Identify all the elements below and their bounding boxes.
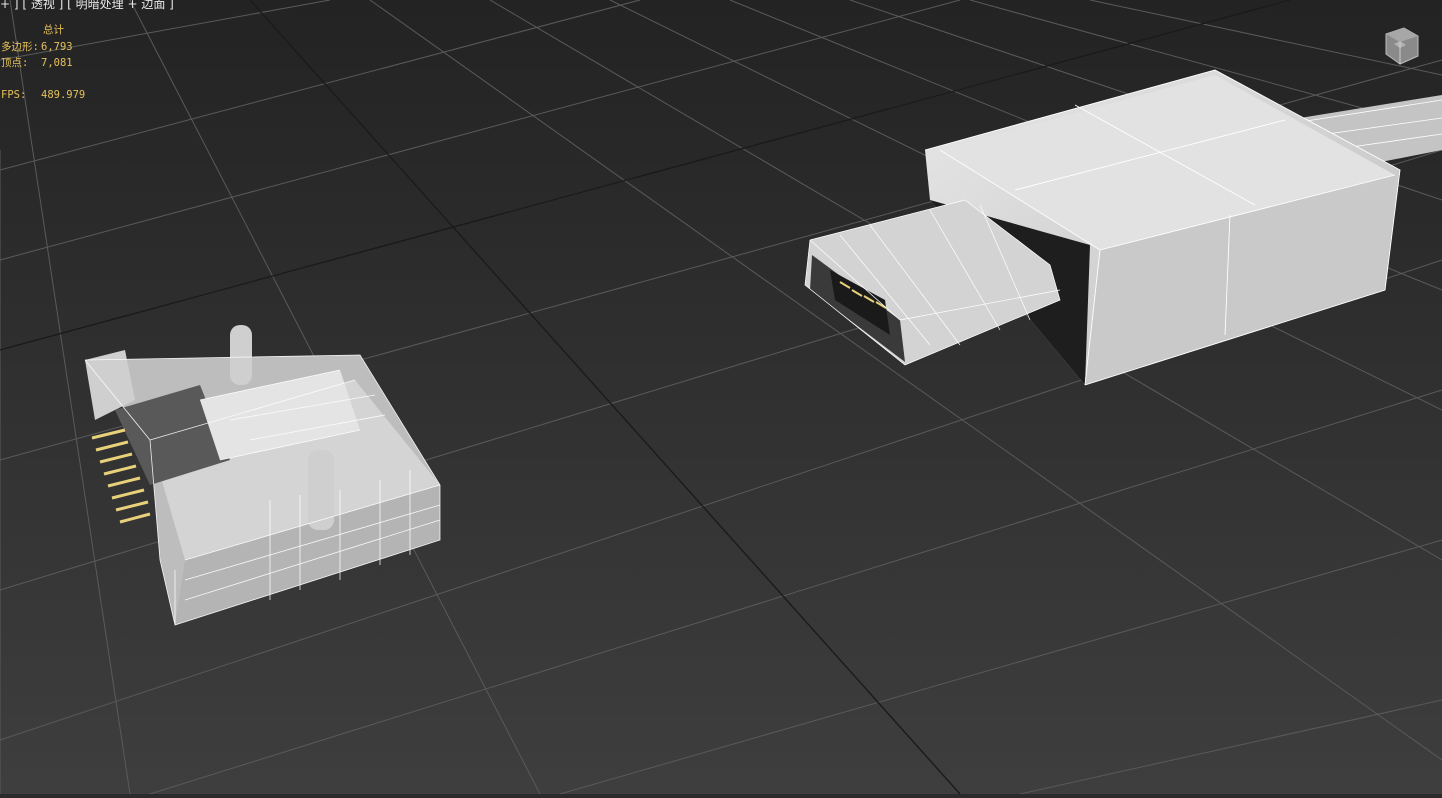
- stats-polys-value: 6,793: [41, 41, 73, 53]
- viewcube-icon[interactable]: [1380, 24, 1422, 66]
- viewport-label[interactable]: + ] [ 透视 ] [ 明暗处理 + 边面 ]: [0, 0, 174, 12]
- stats-verts-row: 顶点: 7,081: [1, 55, 73, 71]
- stats-fps-value: 489.979: [41, 89, 86, 101]
- stats-polys-label: 多边形:: [1, 41, 39, 53]
- stats-fps-label: FPS:: [1, 89, 27, 101]
- stats-polys-row: 多边形: 6,793: [1, 39, 73, 55]
- stats-header: 总计: [43, 24, 64, 36]
- stats-verts-value: 7,081: [41, 57, 73, 69]
- viewport-canvas[interactable]: [0, 0, 1442, 795]
- 3d-viewport[interactable]: + ] [ 透视 ] [ 明暗处理 + 边面 ] 总计 多边形: 6,793 顶…: [0, 0, 1442, 795]
- stats-fps-row: FPS: 489.979: [1, 87, 85, 103]
- stats-verts-label: 顶点:: [1, 57, 29, 69]
